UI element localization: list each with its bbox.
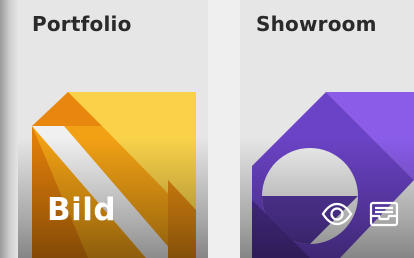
portfolio-card[interactable]: Portfolio Bild bbox=[18, 0, 208, 258]
tray-icon[interactable] bbox=[367, 200, 401, 228]
showroom-card[interactable]: Showroom bbox=[240, 0, 414, 258]
left-edge-shadow bbox=[0, 0, 18, 258]
gallery-stage: Portfolio Bild Showroom bbox=[0, 0, 414, 258]
bild-label: Bild bbox=[47, 192, 117, 228]
card-gap bbox=[208, 0, 240, 258]
eye-icon[interactable] bbox=[320, 200, 354, 228]
